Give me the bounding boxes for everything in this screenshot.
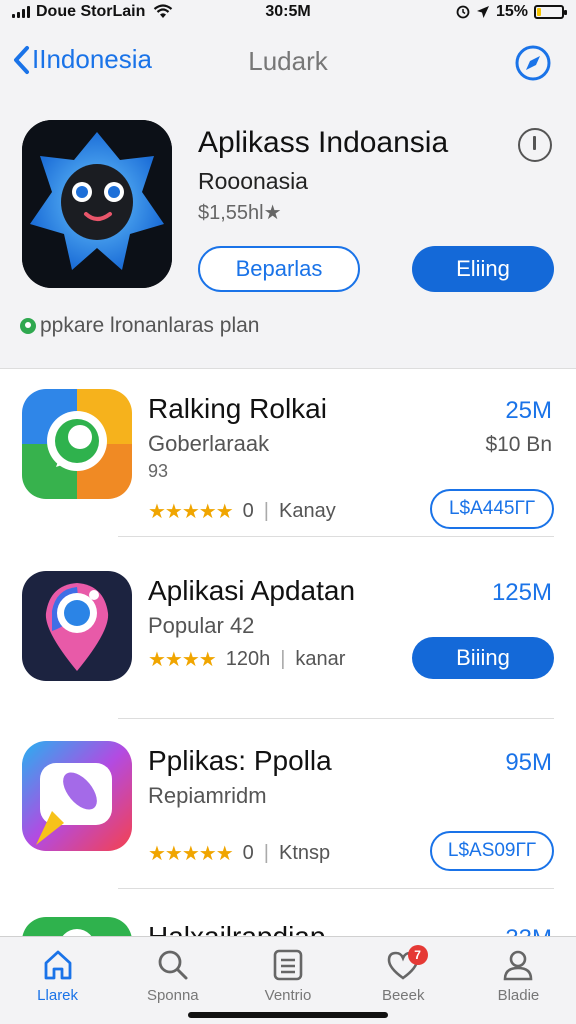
row-divider xyxy=(118,718,554,719)
star-rating-icon: ★★★★★ xyxy=(148,501,234,523)
tab-list[interactable]: Ventrio xyxy=(230,937,345,1024)
app-name: Aplikasi Apdatan xyxy=(148,575,356,606)
featured-get-button[interactable]: Eliing xyxy=(412,246,554,292)
app-name: Pplikas: Ppolla xyxy=(148,745,332,776)
app-meta: ★★★★ 120h | kanar xyxy=(148,647,345,672)
rating-count: 120h xyxy=(225,648,271,670)
green-app-icon xyxy=(22,917,132,936)
tab-profile[interactable]: Bladie xyxy=(461,937,576,1024)
tab-label: Bladie xyxy=(497,987,540,1004)
meta-separator: | xyxy=(263,500,269,522)
star-rating-icon: ★★★★ xyxy=(148,649,217,671)
app-list[interactable]: Ralking Rolkai Goberlaraak 93 ★★★★★ 0 | … xyxy=(0,368,576,936)
compass-icon[interactable] xyxy=(514,44,552,82)
location-icon xyxy=(476,6,489,18)
tab-favorites[interactable]: 7 Beeek xyxy=(346,937,461,1024)
app-size: 33M xyxy=(505,925,552,936)
app-category: kanar xyxy=(295,648,346,670)
tab-home[interactable]: Llarek xyxy=(0,937,115,1024)
app-category: Kanay xyxy=(278,500,336,522)
app-subtitle: Popular 42 xyxy=(148,613,255,638)
tab-label: Sponna xyxy=(146,987,199,1004)
app-get-button[interactable]: Biiing xyxy=(412,637,554,679)
nav-title: Ludark xyxy=(248,46,328,76)
notification-badge: 7 xyxy=(407,945,428,965)
featured-app-rating: $1,55hl★ xyxy=(198,202,282,224)
row-divider xyxy=(118,536,554,537)
chat-app-icon xyxy=(22,389,132,499)
featured-app-name: Aplikass Indoansia xyxy=(198,126,449,159)
list-item[interactable]: Pplikas: Ppolla Repiamridm ★★★★★ 0 | Ktn… xyxy=(0,721,576,889)
gradient-app-icon xyxy=(22,741,132,851)
battery-percent: 15% xyxy=(495,3,528,20)
list-item[interactable]: Halxailrapdiap 33M xyxy=(0,897,576,936)
star-rating-icon: ★★★★★ xyxy=(148,843,234,865)
search-icon xyxy=(158,950,188,980)
meta-separator: | xyxy=(263,842,269,864)
app-action-button[interactable]: L$AS09ГГ xyxy=(430,831,554,871)
app-subtitle-extra: 93 xyxy=(148,461,169,481)
row-divider xyxy=(118,888,554,889)
promo-text[interactable]: ppkare lronanlaras plan xyxy=(20,314,259,338)
featured-app-subtitle: Rooonasia xyxy=(198,168,308,194)
app-price: $10 Bn xyxy=(485,433,552,456)
meta-separator: | xyxy=(280,648,286,670)
rating-count: 0 xyxy=(242,842,254,864)
app-meta: ★★★★★ 0 | Kanay xyxy=(148,499,336,524)
app-size: 125M xyxy=(491,579,552,606)
featured-app-icon[interactable] xyxy=(22,120,172,288)
list-item[interactable]: Aplikasi Apdatan Popular 42 ★★★★ 120h | … xyxy=(0,551,576,719)
mascot-icon xyxy=(22,120,172,288)
battery-icon xyxy=(534,5,567,19)
tab-label: Ventrio xyxy=(264,987,312,1004)
promo-label: ppkare lronanlaras plan xyxy=(40,314,260,337)
featured-outline-button[interactable]: Beparlas xyxy=(198,246,360,292)
map-pin-app-icon xyxy=(22,571,132,681)
app-subtitle: Goberlaraak xyxy=(148,431,270,456)
alarm-icon xyxy=(456,5,470,19)
app-name: Halxailrapdiap xyxy=(148,921,325,936)
app-category: Ktnsp xyxy=(278,842,331,864)
app-name: Ralking Rolkai xyxy=(148,393,327,424)
signal-icon xyxy=(12,6,30,18)
tab-bar: Llarek Sponna Ventrio 7 Beeek Bladie xyxy=(0,936,576,1024)
wifi-icon xyxy=(154,4,173,18)
person-icon xyxy=(504,950,533,981)
info-icon[interactable] xyxy=(518,128,552,162)
list-item[interactable]: Ralking Rolkai Goberlaraak 93 ★★★★★ 0 | … xyxy=(0,369,576,537)
app-subtitle: Repiamridm xyxy=(148,783,267,808)
status-bar: Doue StorLain 30:5M 15% xyxy=(0,0,576,24)
nav-bar: IIndonesia Ludark xyxy=(0,38,576,88)
home-indicator xyxy=(188,1012,388,1018)
app-action-button[interactable]: L$A445ГГ xyxy=(430,489,554,529)
app-meta: ★★★★★ 0 | Ktnsp xyxy=(148,841,330,866)
featured-section: IIndonesia Ludark Aplikass Indoansia Roo… xyxy=(0,24,576,368)
tab-search[interactable]: Sponna xyxy=(115,937,230,1024)
tab-label: Beeek xyxy=(381,987,425,1004)
list-icon xyxy=(273,949,303,981)
app-size: 95M xyxy=(505,749,552,776)
carrier-label: Doue StorLain xyxy=(36,3,146,20)
app-size: 25M xyxy=(505,397,552,424)
promo-dot-icon xyxy=(20,318,36,334)
rating-count: 0 xyxy=(242,500,254,522)
tab-label: Llarek xyxy=(37,987,79,1004)
home-icon xyxy=(44,950,71,980)
